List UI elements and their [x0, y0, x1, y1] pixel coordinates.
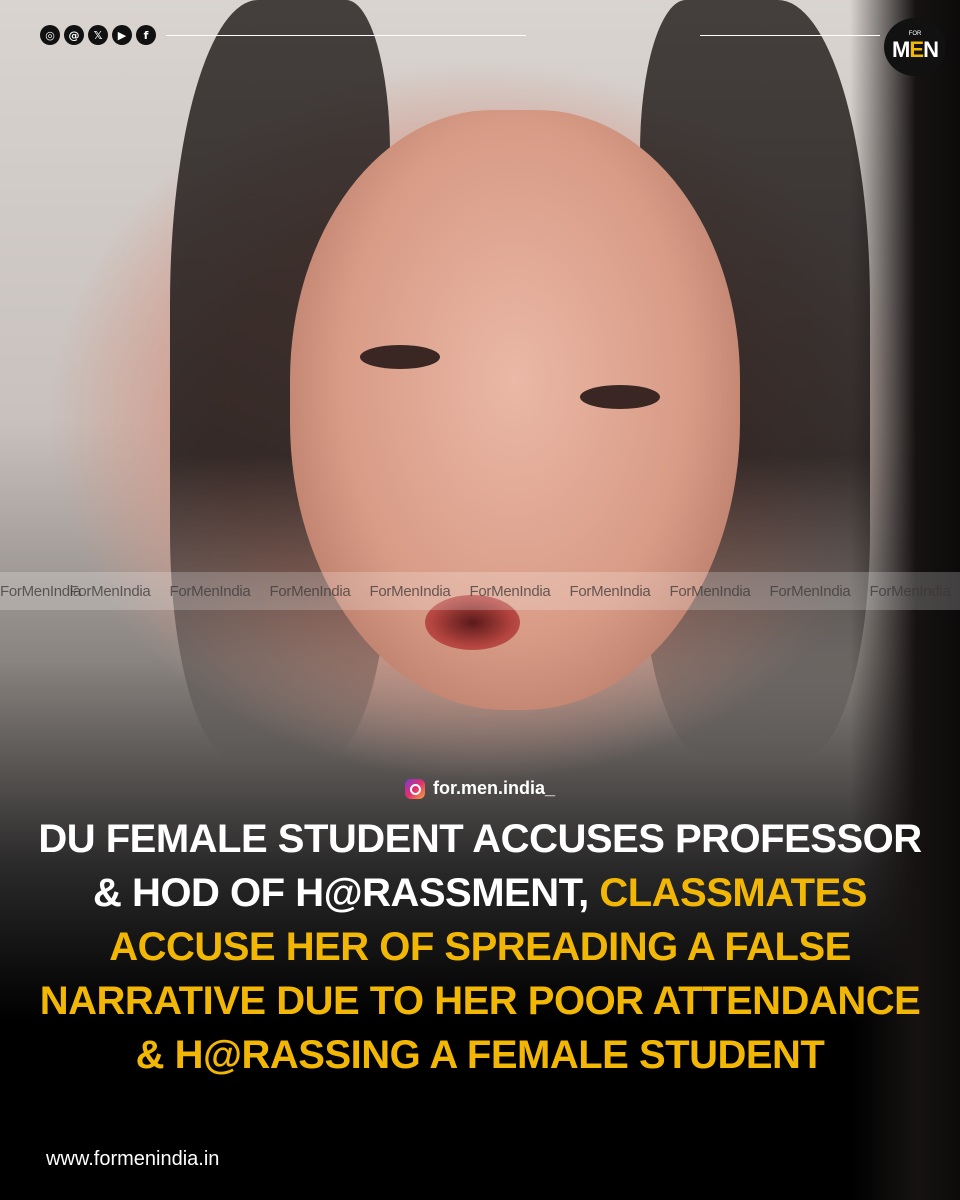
handle-text: for.men.india_ [432, 778, 556, 798]
watermark-text: ForMenIndia [69, 582, 151, 600]
watermark-text: ForMenIndia [869, 582, 951, 600]
logo-text: MEN [892, 37, 939, 62]
threads-icon[interactable]: @ [64, 25, 84, 45]
social-icons-bar: ◎ @ 𝕏 ▶ f [40, 24, 526, 46]
instagram-icon[interactable]: ◎ [40, 25, 60, 45]
divider-line [166, 34, 526, 36]
watermark-text: ForMenIndia [469, 582, 551, 600]
brand-logo: FOR MEN [884, 18, 946, 76]
watermark-text: ForMenIndia [769, 582, 851, 600]
watermark-text: ForMenIndia [369, 582, 451, 600]
eye-shape [360, 345, 440, 369]
headline: DU FEMALE STUDENT ACCUSES PROFESSOR & HO… [30, 812, 930, 1082]
instagram-icon [404, 778, 425, 799]
watermark-band: ForMenIndia ForMenIndia ForMenIndia ForM… [0, 572, 960, 610]
watermark-text: ForMenIndia [0, 582, 81, 600]
watermark-text: ForMenIndia [569, 582, 651, 600]
website-url: www.formenindia.in [46, 1148, 220, 1170]
eye-shape [580, 385, 660, 409]
facebook-icon[interactable]: f [136, 25, 156, 45]
x-icon[interactable]: 𝕏 [88, 25, 108, 45]
watermark-text: ForMenIndia [269, 582, 351, 600]
watermark-text: ForMenIndia [169, 582, 251, 600]
divider-line [700, 35, 880, 36]
social-handle: for.men.india_ [0, 778, 960, 799]
youtube-icon[interactable]: ▶ [112, 25, 132, 45]
watermark-text: ForMenIndia [669, 582, 751, 600]
